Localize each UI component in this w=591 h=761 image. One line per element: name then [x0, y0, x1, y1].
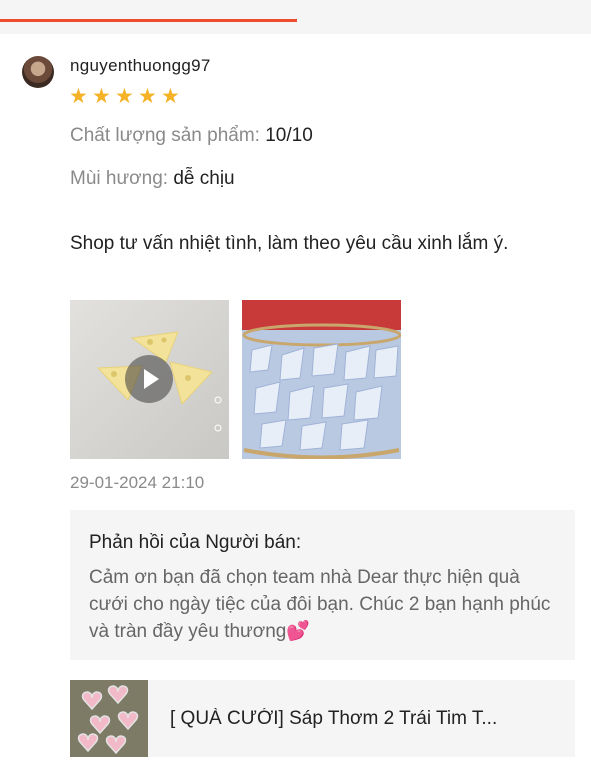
attribute-value: 10/10 [265, 125, 313, 146]
seller-reply-text: Cảm ơn bạn đã chọn team nhà Dear thực hi… [89, 567, 551, 642]
product-link[interactable]: [ QUÀ CƯỚI] Sáp Thơm 2 Trái Tim T... [70, 680, 575, 757]
star-icon: ★ [69, 85, 88, 108]
product-thumbnail [70, 680, 148, 757]
star-icon: ★ [161, 85, 180, 108]
attribute-label: Mùi hương: [70, 168, 169, 189]
avatar[interactable] [22, 56, 54, 88]
star-icon: ★ [92, 85, 111, 108]
attribute-label: Chất lượng sản phẩm: [70, 125, 260, 146]
hearts-icon: 💕 [286, 621, 311, 642]
star-icon: ★ [115, 85, 134, 108]
review-comment: Shop tư vấn nhiệt tình, làm theo yêu cầu… [70, 233, 509, 254]
reviewer-username: nguyenthuongg97 [70, 56, 211, 75]
product-image [70, 680, 148, 757]
seller-reply-title: Phản hồi của Người bán: [89, 532, 302, 553]
seller-reply-body: Cảm ơn bạn đã chọn team nhà Dear thực hi… [89, 564, 559, 645]
gift-basket-image [242, 300, 401, 459]
attribute-value: dễ chịu [173, 168, 235, 189]
review-timestamp: 29-01-2024 21:10 [70, 473, 205, 492]
attribute-scent: Mùi hương: dễ chịu [70, 168, 235, 190]
rating-stars: ★ ★ ★ ★ ★ [69, 85, 180, 108]
active-tab-indicator [0, 19, 297, 22]
play-icon[interactable] [125, 355, 173, 403]
tab-bar [0, 0, 591, 34]
attribute-quality: Chất lượng sản phẩm: 10/10 [70, 125, 313, 147]
star-icon: ★ [138, 85, 157, 108]
product-title: [ QUÀ CƯỚI] Sáp Thơm 2 Trái Tim T... [170, 708, 498, 729]
review-video-thumbnail[interactable] [70, 300, 229, 459]
review-photo-thumbnail[interactable] [242, 300, 401, 459]
seller-reply: Phản hồi của Người bán: Cảm ơn bạn đã ch… [70, 510, 575, 660]
